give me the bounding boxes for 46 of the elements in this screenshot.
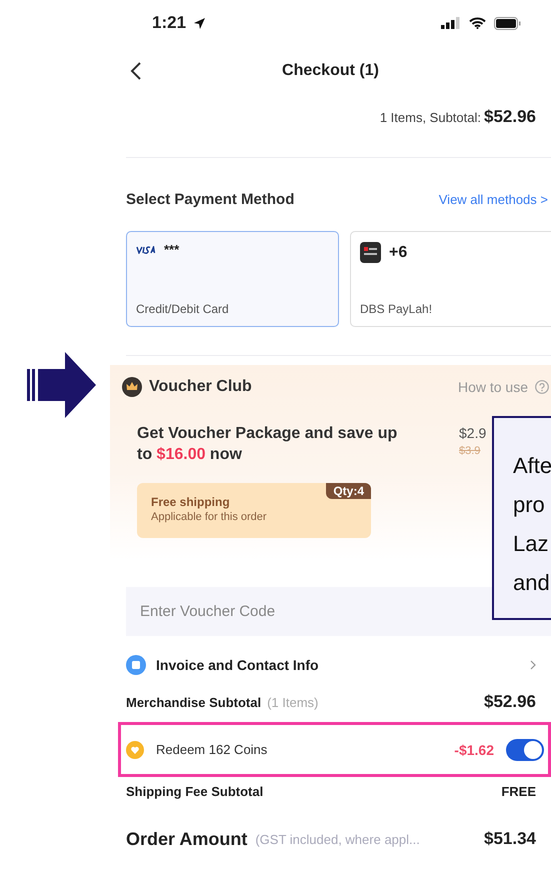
row-value: $51.34 (484, 829, 536, 849)
package-price: $2.9 (459, 425, 486, 441)
masked-number: *** (164, 242, 180, 257)
chevron-right-icon[interactable] (530, 660, 536, 670)
row-note: (1 Items) (267, 694, 318, 710)
invoice-label[interactable]: Invoice and Contact Info (156, 657, 319, 673)
callout-text: Afte (513, 452, 551, 480)
row-note: (GST included, where appl... (255, 832, 420, 846)
card-brand-icon (136, 246, 156, 254)
row-label: Order Amount (126, 828, 248, 850)
arrow-icon (27, 352, 97, 418)
invoice-icon (126, 655, 146, 675)
coupon-subtitle: Applicable for this order (151, 511, 268, 523)
row-label: Merchandise Subtotal (126, 694, 262, 710)
row-value: -$1.62 (454, 742, 494, 758)
section-title: Select Payment Method (126, 190, 294, 208)
row-value: FREE (501, 784, 536, 798)
view-methods-link[interactable]: View all methods > (438, 192, 548, 206)
summary-amount: $52.96 (484, 107, 536, 127)
row-value: $52.96 (484, 692, 536, 712)
row-label: Redeem 162 Coins (156, 742, 268, 757)
wallet-app-icon (360, 242, 381, 263)
voucher-club-title: Voucher Club (149, 378, 252, 396)
coins-toggle[interactable] (506, 738, 544, 760)
coin-icon (126, 740, 144, 758)
page-title: Checkout (1) (282, 62, 379, 80)
payment-card[interactable]: *** Credit/Debit Card (126, 231, 339, 327)
voucher-offer: Get Voucher Package and save up to $16.00 now (137, 424, 398, 465)
battery-icon (494, 16, 521, 30)
payment-label: DBS PayLah! (360, 302, 434, 316)
coupon-title: Free shipping (151, 495, 231, 509)
old-price: $3.9 (459, 445, 482, 457)
wifi-icon (469, 17, 486, 29)
crown-icon (122, 377, 142, 397)
summary-label: 1 Items, Subtotal: (380, 110, 481, 124)
back-icon[interactable] (130, 62, 142, 80)
payment-label: Credit/Debit Card (136, 302, 230, 316)
callout-text: pro (513, 491, 545, 519)
payment-card[interactable]: +6 DBS PayLah! (350, 231, 551, 327)
callout-text: Laz (513, 530, 548, 558)
quantity-badge: Qty:4 (326, 483, 371, 499)
row-label: Shipping Fee Subtotal (126, 784, 264, 798)
masked-number: +6 (389, 244, 408, 262)
status-time: 1:21 (152, 13, 186, 33)
signal-icon (441, 17, 461, 29)
location-icon (194, 18, 206, 28)
